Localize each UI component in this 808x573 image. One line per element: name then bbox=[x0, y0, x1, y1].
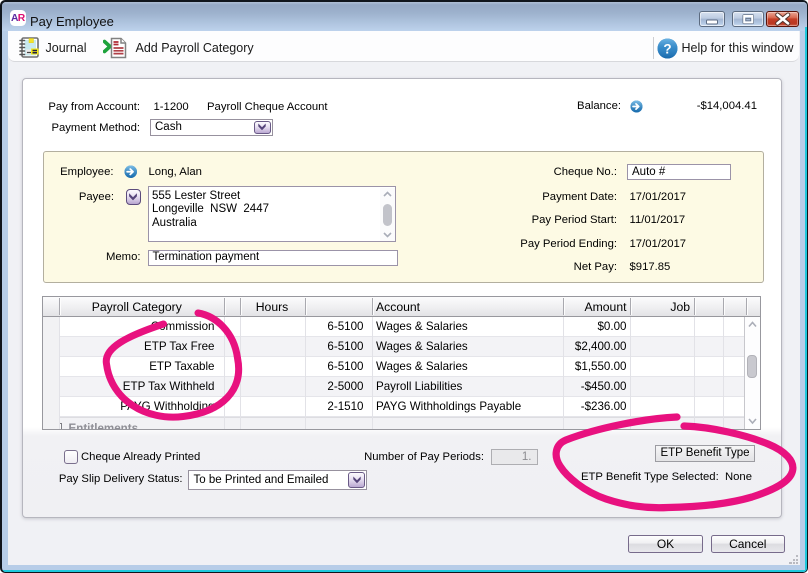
svg-text:?: ? bbox=[663, 41, 671, 56]
